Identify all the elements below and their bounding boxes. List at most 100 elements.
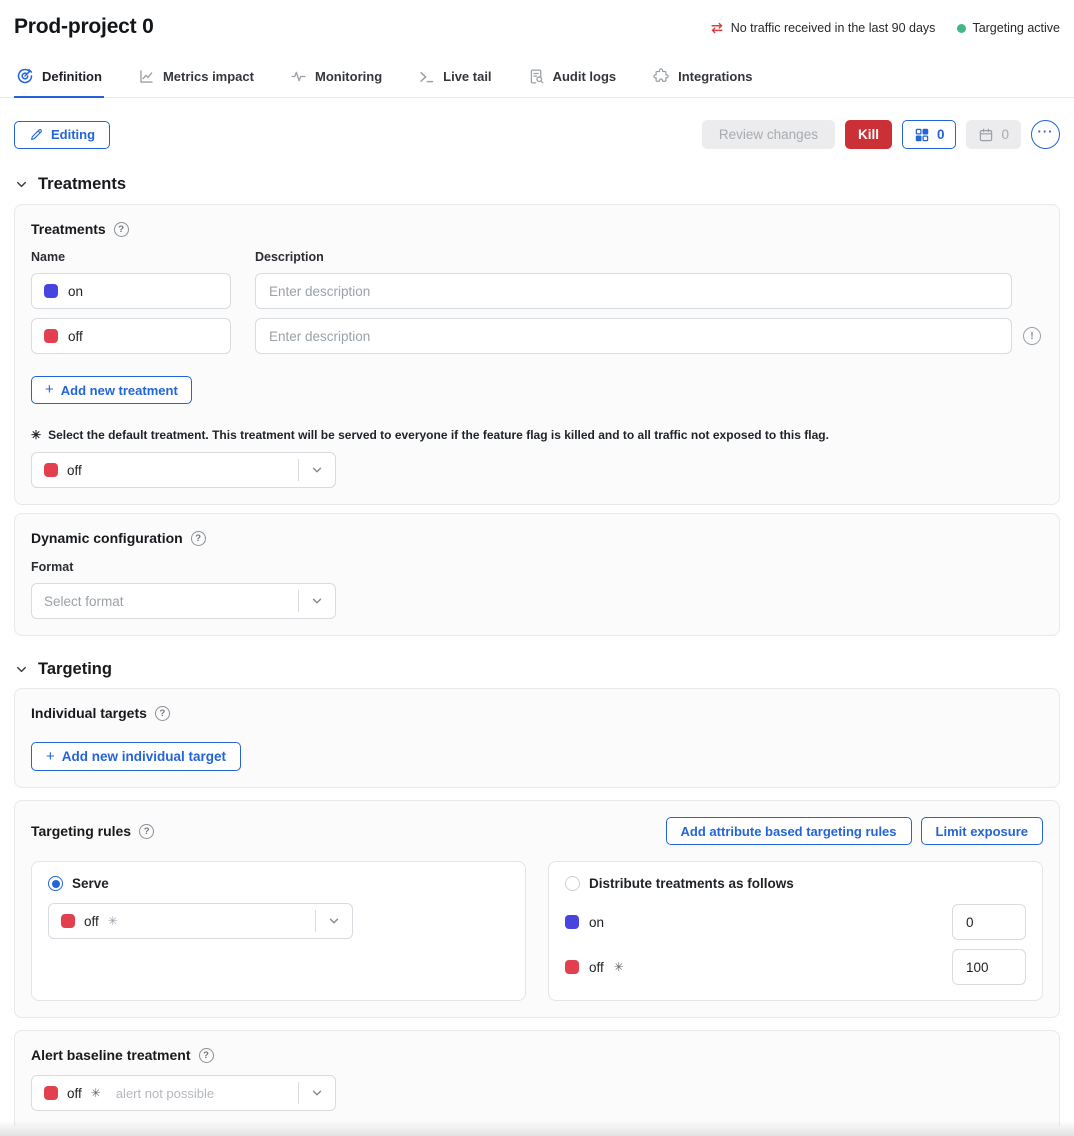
treatment-row: ! — [31, 318, 1043, 354]
tab-monitoring-label: Monitoring — [315, 69, 382, 84]
targeting-status-label: Targeting active — [972, 21, 1060, 35]
calendar-icon — [978, 127, 994, 143]
serve-radio[interactable] — [48, 876, 63, 891]
audit-logs-document-icon — [528, 68, 545, 85]
treatments-collapse-chevron-icon[interactable] — [14, 177, 29, 192]
format-select-placeholder: Select format — [44, 594, 124, 609]
feature-flag-page: Prod-project 0 No traffic received in th… — [0, 0, 1074, 1136]
default-treatment-value: off — [67, 463, 82, 478]
serve-panel: Serve off ✳ — [31, 861, 526, 1001]
dynamic-configuration-card: Dynamic configuration ? Format Select fo… — [14, 513, 1060, 636]
asterisk-icon: ✳ — [614, 961, 624, 973]
individual-targets-help-icon[interactable]: ? — [155, 706, 170, 721]
treatment-name-field[interactable] — [31, 318, 231, 354]
traffic-status: No traffic received in the last 90 days — [709, 20, 936, 36]
distribute-panel: Distribute treatments as follows on off … — [548, 861, 1043, 1001]
treatment-color-chip — [44, 1086, 58, 1100]
tab-integrations[interactable]: Integrations — [650, 61, 754, 98]
add-individual-target-button[interactable]: + Add new individual target — [31, 742, 241, 771]
distribute-label: Distribute treatments as follows — [589, 876, 794, 891]
treatment-color-chip — [565, 915, 579, 929]
editing-button[interactable]: Editing — [14, 121, 110, 149]
dynamic-configuration-help-icon[interactable]: ? — [191, 531, 206, 546]
tab-definition[interactable]: Definition — [14, 61, 104, 98]
live-tail-terminal-icon — [418, 68, 435, 85]
changes-count-button[interactable]: 0 — [902, 120, 957, 149]
tab-definition-label: Definition — [42, 69, 102, 84]
treatment-color-chip — [44, 329, 58, 343]
distribute-percent-input[interactable] — [952, 904, 1026, 940]
traffic-arrows-icon — [709, 20, 725, 36]
individual-targets-title: Individual targets — [31, 705, 147, 721]
targeting-status: Targeting active — [957, 21, 1060, 35]
chevron-down-icon — [299, 1086, 335, 1100]
toolbar-right: Review changes Kill 0 0 ··· — [702, 120, 1060, 149]
asterisk-icon: ✳ — [108, 915, 118, 927]
treatment-row — [31, 273, 1043, 309]
add-attribute-rules-button[interactable]: Add attribute based targeting rules — [666, 817, 912, 845]
definition-target-icon — [16, 67, 34, 85]
plus-icon: + — [45, 382, 54, 397]
distribute-percent-input[interactable] — [952, 949, 1026, 985]
treatment-color-chip — [565, 960, 579, 974]
toolbar: Editing Review changes Kill 0 0 — [0, 120, 1074, 149]
serve-label: Serve — [72, 876, 109, 891]
plus-icon: + — [46, 749, 55, 764]
ellipsis-icon: ··· — [1038, 124, 1054, 139]
treatments-help-icon[interactable]: ? — [114, 222, 129, 237]
status-group: No traffic received in the last 90 days … — [709, 20, 1060, 36]
tab-audit-logs[interactable]: Audit logs — [526, 61, 619, 98]
add-new-treatment-button[interactable]: + Add new treatment — [31, 376, 192, 404]
distribute-row: off ✳ — [565, 949, 1026, 985]
pencil-icon — [29, 127, 44, 142]
treatments-section-title: Treatments — [38, 175, 126, 194]
add-new-treatment-label: Add new treatment — [61, 383, 178, 398]
distribute-radio[interactable] — [565, 876, 580, 891]
tab-metrics-impact[interactable]: Metrics impact — [136, 61, 256, 98]
review-changes-button[interactable]: Review changes — [702, 120, 835, 149]
default-treatment-select[interactable]: off — [31, 452, 336, 488]
format-select[interactable]: Select format — [31, 583, 336, 619]
individual-targets-card: Individual targets ? + Add new individua… — [14, 688, 1060, 788]
alert-baseline-select[interactable]: off ✳ alert not possible — [31, 1075, 336, 1111]
tab-bar: Definition Metrics impact Monitoring Liv… — [0, 61, 1074, 98]
asterisk-icon: ✳ — [31, 429, 41, 441]
kill-button[interactable]: Kill — [845, 120, 892, 149]
treatments-section-header: Treatments — [0, 175, 1074, 194]
more-actions-button[interactable]: ··· — [1031, 120, 1060, 149]
alert-baseline-help-icon[interactable]: ? — [199, 1048, 214, 1063]
format-label: Format — [31, 560, 1043, 574]
alert-baseline-card: Alert baseline treatment ? off ✳ alert n… — [14, 1030, 1060, 1126]
page-title: Prod-project 0 — [14, 15, 154, 39]
distribute-row: on — [565, 904, 1026, 940]
page-header: Prod-project 0 No traffic received in th… — [0, 0, 1074, 39]
treatment-description-input[interactable] — [255, 273, 1012, 309]
warning-icon: ! — [1023, 327, 1041, 345]
name-column-header: Name — [31, 250, 255, 264]
dynamic-configuration-title: Dynamic configuration — [31, 530, 183, 546]
targeting-section-header: Targeting — [0, 660, 1074, 679]
tab-monitoring[interactable]: Monitoring — [288, 61, 384, 98]
grid-icon — [914, 127, 930, 143]
default-treatment-note: ✳ Select the default treatment. This tre… — [31, 428, 1043, 442]
chevron-down-icon — [299, 463, 335, 477]
targeting-collapse-chevron-icon[interactable] — [14, 662, 29, 677]
treatment-name-field[interactable] — [31, 273, 231, 309]
treatment-name-input[interactable] — [68, 284, 218, 299]
monitoring-pulse-icon — [290, 68, 307, 85]
limit-exposure-button[interactable]: Limit exposure — [921, 817, 1043, 845]
treatment-color-chip — [44, 463, 58, 477]
distribute-treatment-name: on — [589, 915, 604, 930]
treatment-color-chip — [44, 284, 58, 298]
changes-count: 0 — [937, 127, 945, 142]
tab-metrics-impact-label: Metrics impact — [163, 69, 254, 84]
treatment-description-input[interactable] — [255, 318, 1012, 354]
metrics-chart-icon — [138, 68, 155, 85]
schedule-count-button[interactable]: 0 — [966, 120, 1021, 149]
targeting-rules-help-icon[interactable]: ? — [139, 824, 154, 839]
tab-live-tail[interactable]: Live tail — [416, 61, 493, 98]
description-column-header: Description — [255, 250, 324, 264]
targeting-rules-card: Targeting rules ? Add attribute based ta… — [14, 800, 1060, 1018]
treatment-name-input[interactable] — [68, 329, 218, 344]
serve-treatment-select[interactable]: off ✳ — [48, 903, 353, 939]
